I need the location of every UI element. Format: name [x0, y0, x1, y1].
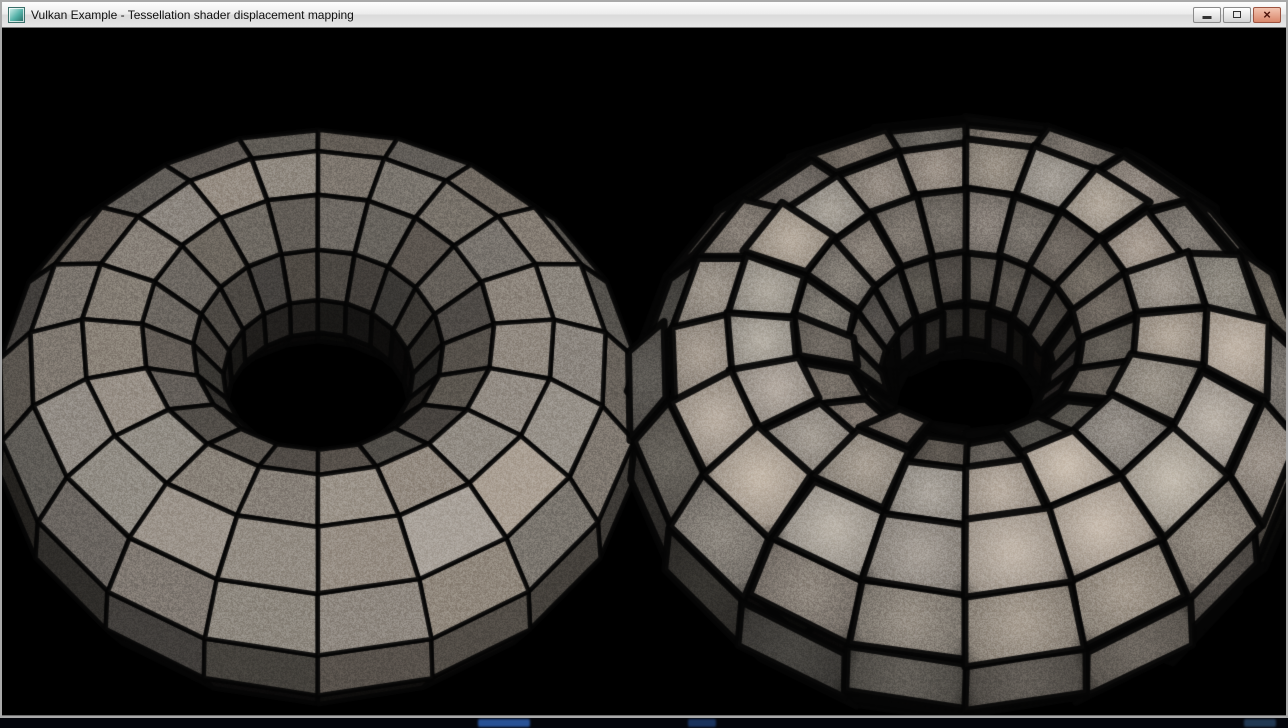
- taskbar-blip: [688, 719, 716, 727]
- minimize-button[interactable]: [1193, 7, 1221, 23]
- app-icon: [8, 7, 25, 23]
- taskbar-blip: [478, 719, 530, 727]
- titlebar[interactable]: Vulkan Example - Tessellation shader dis…: [2, 2, 1286, 28]
- taskbar-sliver: [0, 718, 1288, 728]
- desktop: Vulkan Example - Tessellation shader dis…: [0, 0, 1288, 728]
- vulkan-render-canvas: [2, 28, 1286, 715]
- window-title: Vulkan Example - Tessellation shader dis…: [31, 2, 1193, 28]
- close-icon: ×: [1263, 8, 1271, 22]
- restore-button[interactable]: [1223, 7, 1251, 23]
- taskbar-blip: [1244, 719, 1276, 727]
- close-button[interactable]: ×: [1253, 7, 1281, 23]
- render-viewport[interactable]: [2, 28, 1286, 715]
- restore-icon: [1233, 11, 1241, 18]
- window-controls: ×: [1193, 7, 1282, 23]
- minimize-icon: [1203, 16, 1212, 19]
- app-window: Vulkan Example - Tessellation shader dis…: [0, 0, 1288, 718]
